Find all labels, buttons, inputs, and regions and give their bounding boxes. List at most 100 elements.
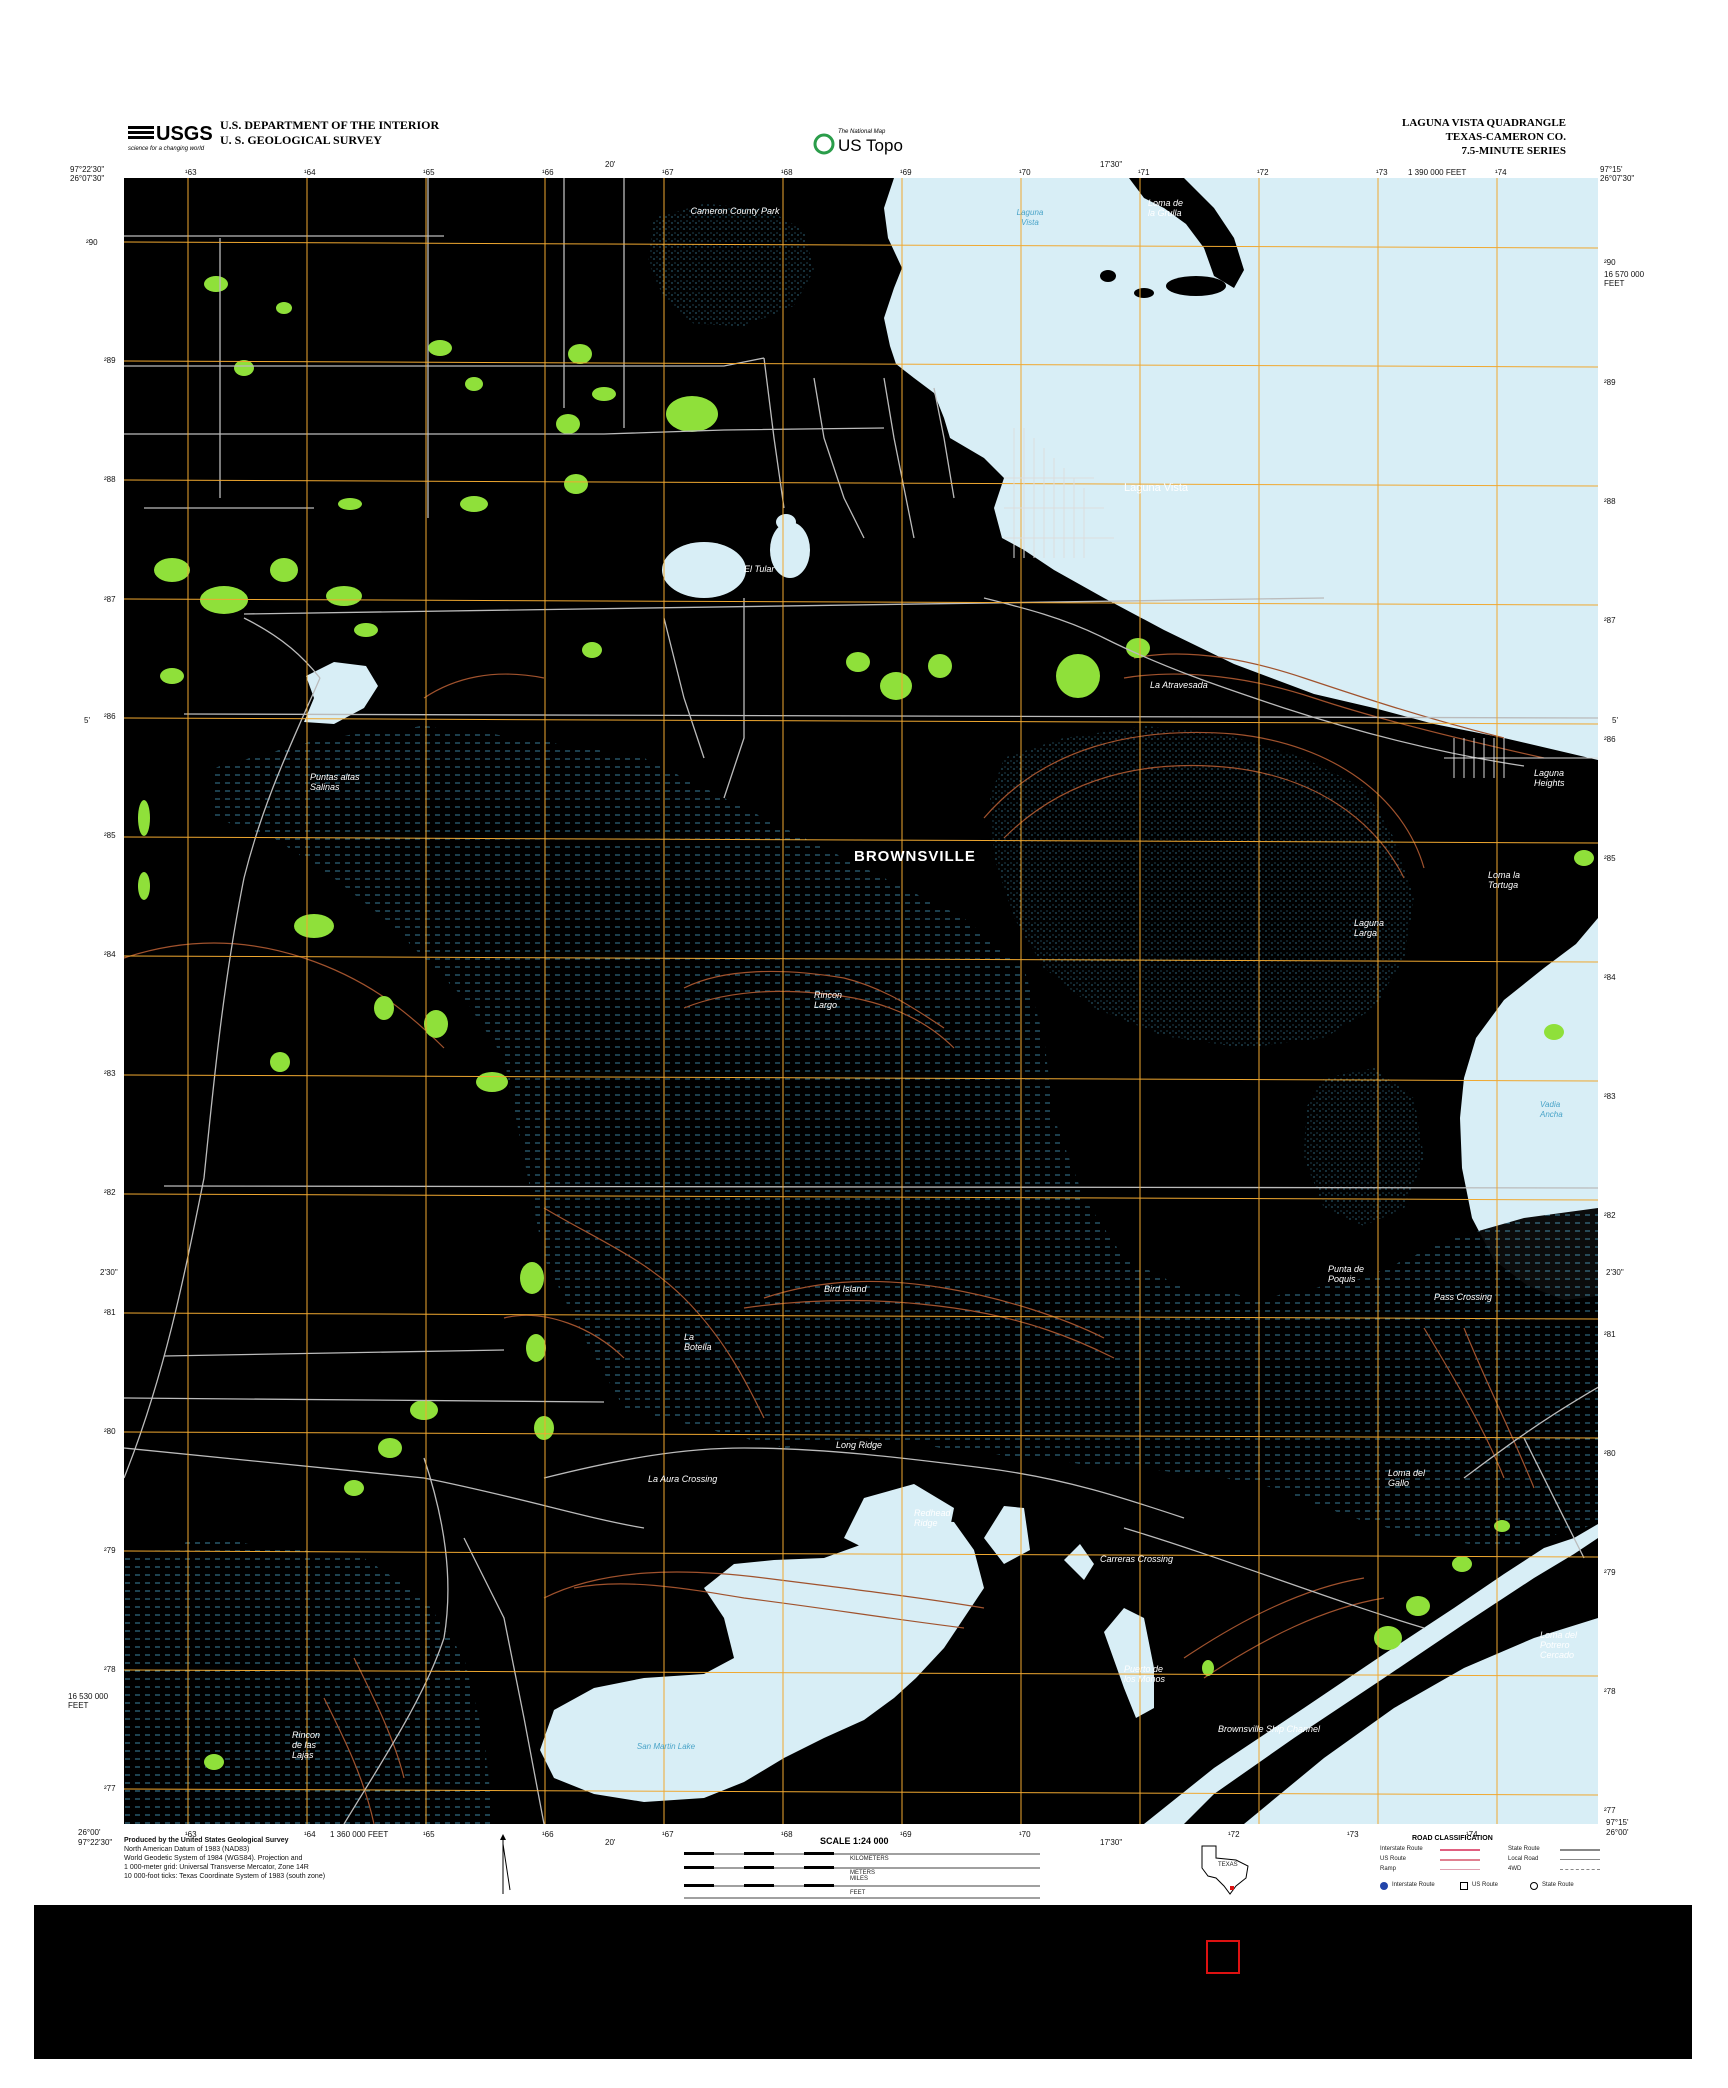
label-puntas-altas: Puntas altas Salinas bbox=[310, 772, 360, 792]
bottom-tick: 20' bbox=[605, 1838, 616, 1847]
label-san-martin-lake: San Martin Lake bbox=[636, 1742, 696, 1751]
right-tick: ²78 bbox=[1604, 1687, 1616, 1696]
ustopo-small: The National Map bbox=[838, 129, 886, 135]
label-brownsville: BROWNSVILLE bbox=[854, 848, 976, 865]
label-loma-grulla: Loma de la Grulla bbox=[1148, 198, 1184, 218]
texas-label: TEXAS bbox=[1218, 1862, 1238, 1868]
label-long-ridge: Long Ridge bbox=[836, 1440, 883, 1450]
corner-tr-lon: 97°15' bbox=[1600, 165, 1623, 174]
label-county-park: Cameron County Park bbox=[690, 206, 780, 216]
label-rincon-lajas: Rincon de las Lajas bbox=[292, 1730, 321, 1760]
top-tick: ¹64 bbox=[304, 168, 316, 177]
left-tick: ²78 bbox=[104, 1665, 116, 1674]
top-tick: ¹73 bbox=[1376, 168, 1388, 177]
top-tick: ¹63 bbox=[185, 168, 197, 177]
bottom-tick: ¹72 bbox=[1228, 1830, 1240, 1839]
left-tick: ²77 bbox=[104, 1784, 116, 1793]
left-tick: ²84 bbox=[104, 950, 116, 959]
road-legend-item: Interstate Route bbox=[1380, 1846, 1423, 1852]
right-tick: ²81 bbox=[1604, 1330, 1616, 1339]
top-tick: ¹67 bbox=[662, 168, 674, 177]
usgs-logo: USGS science for a changing world bbox=[126, 116, 214, 158]
scale-title: SCALE 1:24 000 bbox=[820, 1836, 889, 1846]
right-tick: ²90 bbox=[1604, 258, 1616, 267]
left-tick: ²88 bbox=[104, 475, 116, 484]
agency-line-2: U. S. GEOLOGICAL SURVEY bbox=[220, 133, 382, 147]
top-tick: 20' bbox=[605, 160, 616, 169]
top-tick: ¹65 bbox=[423, 168, 435, 177]
right-tick: ²80 bbox=[1604, 1449, 1616, 1458]
right-tick: ²82 bbox=[1604, 1211, 1616, 1220]
right-tick: ²87 bbox=[1604, 616, 1616, 625]
road-legend: Interstate Route State Route US Route Lo… bbox=[1380, 1846, 1610, 1902]
label-rincon-largo: Rincon Largo bbox=[814, 990, 843, 1010]
red-highlight-box[interactable] bbox=[1206, 1940, 1240, 1974]
corner-bl-lat: 26°00' bbox=[78, 1828, 101, 1837]
bottom-tick: ¹68 bbox=[781, 1830, 793, 1839]
top-tick: 1 390 000 FEET bbox=[1408, 168, 1467, 177]
usgs-logo-text: USGS bbox=[156, 123, 213, 145]
credit-line: 10 000-foot ticks: Texas Coordinate Syst… bbox=[124, 1873, 326, 1880]
credit-line: Produced by the United States Geological… bbox=[124, 1837, 289, 1844]
bottom-bar bbox=[34, 1905, 1692, 2059]
label-el-tular: El Tular bbox=[744, 564, 775, 574]
el-tular-pond bbox=[662, 542, 746, 598]
label-laguna-heights: Laguna Heights bbox=[1534, 768, 1565, 788]
map-canvas[interactable]: BROWNSVILLE Laguna Vista Laguna Heights … bbox=[124, 178, 1598, 1824]
left-tick: ²90 bbox=[86, 238, 98, 247]
quad-state: TEXAS-CAMERON CO. bbox=[1445, 131, 1566, 143]
agency-line-1: U.S. DEPARTMENT OF THE INTERIOR bbox=[220, 118, 440, 132]
road-swatch bbox=[1560, 1869, 1600, 1870]
left-tick: ²81 bbox=[104, 1308, 116, 1317]
label-la-aura-crossing: La Aura Crossing bbox=[648, 1474, 718, 1484]
label-punta-poquis: Punta de Poquis bbox=[1328, 1264, 1365, 1284]
label-bird-island: Bird Island bbox=[824, 1284, 867, 1294]
scale-unit-km: KILOMETERS bbox=[850, 1856, 889, 1862]
label-pass-crossing: Pass Crossing bbox=[1434, 1292, 1493, 1302]
left-tick: ²80 bbox=[104, 1427, 116, 1436]
road-legend-item: 4WD bbox=[1508, 1866, 1522, 1872]
credit-line: World Geodetic System of 1984 (WGS84). P… bbox=[124, 1855, 303, 1862]
right-tick: ²84 bbox=[1604, 973, 1616, 982]
interstate-shield-icon bbox=[1380, 1882, 1388, 1890]
label-carreras-crossing: Carreras Crossing bbox=[1100, 1554, 1174, 1564]
right-tick: ²79 bbox=[1604, 1568, 1616, 1577]
label-la-atravesada: La Atravesada bbox=[1150, 680, 1208, 690]
agency-block: U.S. DEPARTMENT OF THE INTERIOR U. S. GE… bbox=[220, 118, 439, 148]
credit-line: North American Datum of 1983 (NAD83) bbox=[124, 1846, 250, 1853]
left-tick: ²89 bbox=[104, 356, 116, 365]
scale-unit-mi: MILES bbox=[850, 1876, 869, 1882]
bottom-tick: ¹69 bbox=[900, 1830, 912, 1839]
small-island bbox=[1166, 276, 1226, 296]
label-loma-potrero: Loma del Potrero Cercado bbox=[1540, 1630, 1578, 1660]
top-tick: ¹72 bbox=[1257, 168, 1269, 177]
label-loma-tortuga: Loma la Tortuga bbox=[1488, 870, 1521, 890]
top-tick: ¹69 bbox=[900, 168, 912, 177]
corner-br-lon: 97°15' bbox=[1606, 1818, 1629, 1827]
corner-tr-lat: 26°07'30" bbox=[1600, 174, 1635, 183]
label-la-botella: La Botella bbox=[684, 1332, 712, 1352]
right-tick: ²89 bbox=[1604, 378, 1616, 387]
road-legend-item: Local Road bbox=[1508, 1856, 1539, 1862]
top-tick: ¹68 bbox=[781, 168, 793, 177]
road-legend-item: State Route bbox=[1542, 1882, 1574, 1888]
scale-bars: KILOMETERS METERS MILES FEET bbox=[680, 1850, 1060, 1902]
scale-unit-ft: FEET bbox=[850, 1890, 866, 1896]
corner-tl-lat: 26°07'30" bbox=[70, 174, 105, 183]
label-loma-gallo: Loma del Gallo bbox=[1388, 1468, 1426, 1488]
top-tick: ¹71 bbox=[1138, 168, 1150, 177]
corner-tl-lon: 97°22'30" bbox=[70, 165, 105, 174]
bottom-tick: 17'30" bbox=[1100, 1838, 1123, 1847]
right-tick: ²83 bbox=[1604, 1092, 1616, 1101]
right-tick: ²86 bbox=[1604, 735, 1616, 744]
us-route-shield-icon bbox=[1460, 1882, 1468, 1890]
road-swatch bbox=[1560, 1849, 1600, 1851]
usgs-tagline: science for a changing world bbox=[128, 146, 205, 152]
el-tular-pond bbox=[776, 514, 796, 530]
right-tick: ²85 bbox=[1604, 854, 1616, 863]
bottom-tick: ¹70 bbox=[1019, 1830, 1031, 1839]
road-swatch bbox=[1560, 1859, 1600, 1860]
small-island bbox=[1134, 288, 1154, 298]
bottom-tick: ¹66 bbox=[542, 1830, 554, 1839]
road-legend-item: US Route bbox=[1472, 1882, 1499, 1888]
